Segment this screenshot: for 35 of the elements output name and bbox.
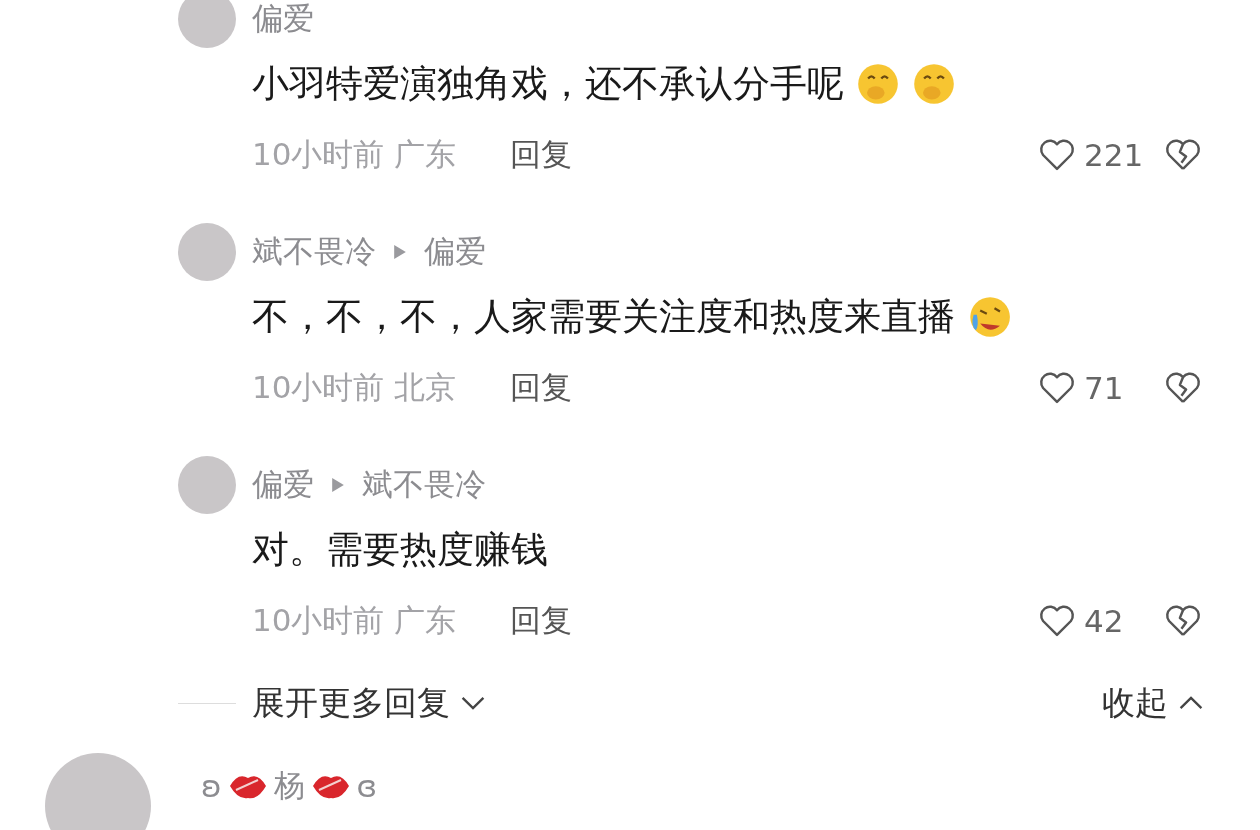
collapse-link[interactable]: 收起 <box>1102 680 1168 726</box>
like-count: 42 <box>1084 603 1125 639</box>
broken-heart-icon[interactable] <box>1164 604 1202 638</box>
username[interactable]: 斌不畏冷 <box>252 231 376 273</box>
username[interactable]: 偏爱 <box>252 464 314 506</box>
heart-icon[interactable] <box>1038 371 1076 405</box>
expand-replies-link[interactable]: 展开更多回复 <box>252 680 450 726</box>
heart-icon[interactable] <box>1038 138 1076 172</box>
broken-heart-icon[interactable] <box>1164 138 1202 172</box>
giggle-emoji-icon <box>912 62 956 106</box>
username-text[interactable]: ɞ <box>356 768 378 804</box>
like-count: 221 <box>1084 137 1145 173</box>
username-text[interactable]: 杨 <box>273 765 305 807</box>
chevron-down-icon <box>460 695 486 711</box>
reply-target-username[interactable]: 斌不畏冷 <box>362 464 486 506</box>
time-location: 10小时前 北京 <box>252 368 457 407</box>
reply-target-username[interactable]: 偏爱 <box>424 231 486 273</box>
play-triangle-icon <box>332 478 344 492</box>
heart-icon[interactable] <box>1038 604 1076 638</box>
laughing-crying-emoji-icon <box>967 295 1011 339</box>
chevron-up-icon <box>1178 695 1204 711</box>
reply-link[interactable]: 回复 <box>510 367 573 409</box>
reply-link[interactable]: 回复 <box>510 600 573 642</box>
comment-text: 小羽特爱演独角戏，还不承认分手呢 <box>252 61 844 107</box>
time-location: 10小时前 广东 <box>252 601 457 640</box>
username-text[interactable]: ʚ <box>201 768 222 804</box>
username[interactable]: 偏爱 <box>252 0 314 40</box>
play-triangle-icon <box>394 245 406 259</box>
like-count: 71 <box>1084 370 1125 406</box>
comment-text: 对。需要热度赚钱 <box>252 527 548 573</box>
reply-link[interactable]: 回复 <box>510 134 573 176</box>
comment-text: 不，不，不，人家需要关注度和热度来直播 <box>252 294 955 340</box>
time-location: 10小时前 广东 <box>252 135 457 174</box>
broken-heart-icon[interactable] <box>1164 371 1202 405</box>
giggle-emoji-icon <box>856 62 900 106</box>
